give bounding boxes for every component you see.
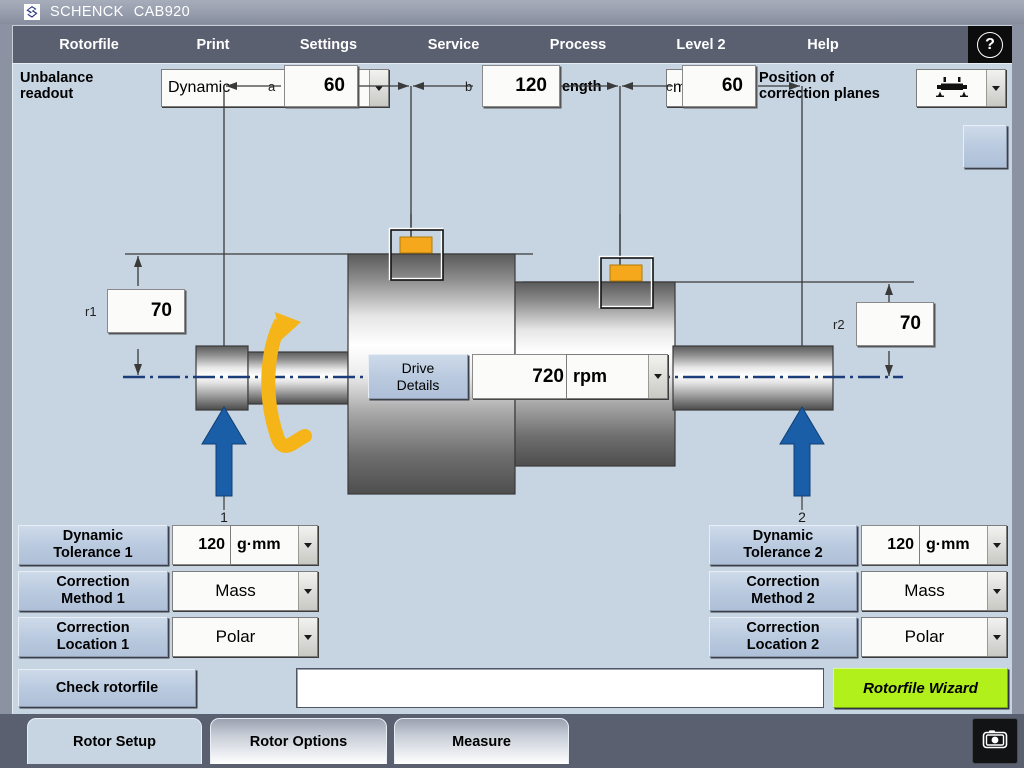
dynamic-tolerance-1-input[interactable]: 120	[172, 525, 232, 565]
radius-r2-input[interactable]: 70	[856, 302, 934, 346]
chevron-down-icon[interactable]	[987, 572, 1006, 610]
rotorfile-wizard-button[interactable]: Rotorfile Wizard	[833, 668, 1008, 708]
check-rotorfile-button[interactable]: Check rotorfile	[18, 669, 196, 707]
correction-location-1-select[interactable]: Polar	[172, 617, 318, 657]
rotor-between-bearings-icon	[930, 75, 974, 102]
correction-planes-select[interactable]	[916, 69, 1006, 107]
tab-strip: Rotor Setup Rotor Options Measure	[0, 714, 1024, 768]
menu-item-rotorfile[interactable]: Rotorfile	[13, 37, 165, 53]
chevron-down-icon[interactable]	[986, 70, 1005, 106]
chevron-down-icon[interactable]	[648, 355, 667, 398]
title-bar: SCHENCK CAB920	[0, 0, 1024, 24]
menu-item-settings[interactable]: Settings	[261, 37, 396, 53]
drive-details-button[interactable]: Drive Details	[368, 354, 468, 399]
status-message-field[interactable]	[296, 668, 824, 708]
dynamic-tolerance-2-unit-select[interactable]: g·mm	[919, 525, 1007, 565]
correction-location-2-button[interactable]: Correction Location 2	[709, 617, 857, 657]
menu-item-level-2[interactable]: Level 2	[641, 37, 761, 53]
menu-item-process[interactable]: Process	[513, 37, 643, 53]
correction-method-1-select[interactable]: Mass	[172, 571, 318, 611]
tolerance-1-unit-value: g·mm	[231, 526, 298, 564]
chevron-down-icon[interactable]	[987, 526, 1006, 564]
brand-name: SCHENCK	[50, 4, 124, 20]
dimension-a-input[interactable]: 60	[284, 65, 358, 107]
correction-location-2-select[interactable]: Polar	[861, 617, 1007, 657]
tab-rotor-setup[interactable]: Rotor Setup	[27, 718, 202, 764]
rotor-type-preview-button[interactable]	[963, 125, 1007, 168]
dimension-b-letter: b	[465, 79, 472, 94]
tab-measure[interactable]: Measure	[394, 718, 569, 764]
camera-icon	[982, 728, 1008, 755]
menu-bar: Rotorfile Print Settings Service Process…	[12, 25, 1012, 63]
menu-item-service[interactable]: Service	[391, 37, 516, 53]
plane-2-number: 2	[798, 509, 806, 525]
correction-location-1-button[interactable]: Correction Location 1	[18, 617, 168, 657]
radius-r2-letter: r2	[833, 317, 845, 332]
drive-speed-input[interactable]: 720	[472, 354, 575, 399]
tab-rotor-options[interactable]: Rotor Options	[210, 718, 387, 764]
help-button[interactable]: ?	[968, 26, 1012, 64]
chevron-down-icon[interactable]	[369, 70, 388, 106]
screenshot-button[interactable]	[972, 718, 1018, 764]
correction-method-1-button[interactable]: Correction Method 1	[18, 571, 168, 611]
dynamic-tolerance-1-unit-select[interactable]: g·mm	[230, 525, 318, 565]
chevron-down-icon[interactable]	[987, 618, 1006, 656]
drive-details-line1: Drive	[402, 360, 435, 377]
chevron-down-icon[interactable]	[298, 526, 317, 564]
menu-item-print[interactable]: Print	[153, 37, 273, 53]
correction-method-2-button[interactable]: Correction Method 2	[709, 571, 857, 611]
radius-r1-letter: r1	[85, 304, 97, 319]
rotor-setup-panel: Unbalance readout Dynamic Unit of length…	[12, 63, 1012, 714]
drive-speed-unit-value: rpm	[567, 355, 648, 398]
dimension-c-letter: c	[666, 79, 673, 94]
unbalance-readout-label: Unbalance readout	[20, 70, 160, 102]
radius-r1-input[interactable]: 70	[107, 289, 185, 333]
model-name: CAB920	[134, 4, 190, 20]
menu-item-help[interactable]: Help	[763, 37, 883, 53]
schenck-logo-icon	[24, 4, 40, 20]
question-mark-icon: ?	[977, 32, 1003, 58]
drive-details-line2: Details	[397, 377, 440, 394]
correction-location-1-value: Polar	[173, 618, 298, 656]
dynamic-tolerance-1-button[interactable]: Dynamic Tolerance 1	[18, 525, 168, 565]
correction-method-2-select[interactable]: Mass	[861, 571, 1007, 611]
plane-1-number: 1	[220, 509, 228, 525]
dynamic-tolerance-2-input[interactable]: 120	[861, 525, 921, 565]
dimension-c-input[interactable]: 60	[682, 65, 756, 107]
drive-speed-unit-select[interactable]: rpm	[566, 354, 668, 399]
correction-method-2-value: Mass	[862, 572, 987, 610]
chevron-down-icon[interactable]	[298, 618, 317, 656]
dynamic-tolerance-2-button[interactable]: Dynamic Tolerance 2	[709, 525, 857, 565]
dimension-a-letter: a	[268, 79, 275, 94]
cab920-application-window: SCHENCK CAB920 Rotorfile Print Settings …	[0, 0, 1024, 768]
tolerance-2-unit-value: g·mm	[920, 526, 987, 564]
correction-planes-label: Position of correction planes	[759, 70, 919, 102]
chevron-down-icon[interactable]	[298, 572, 317, 610]
dimension-b-input[interactable]: 120	[482, 65, 560, 107]
correction-location-2-value: Polar	[862, 618, 987, 656]
correction-method-1-value: Mass	[173, 572, 298, 610]
